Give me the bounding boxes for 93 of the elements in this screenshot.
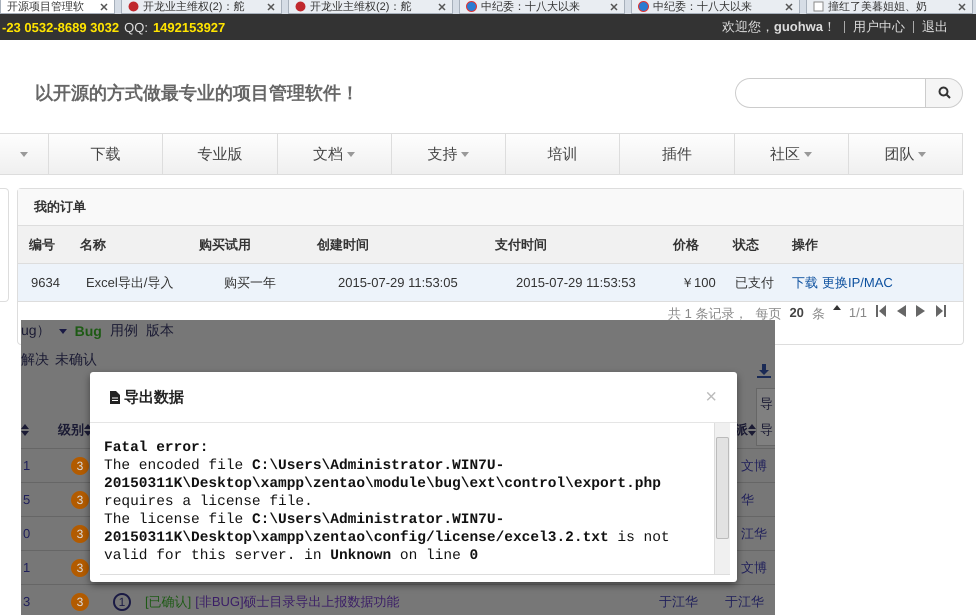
caret-icon[interactable] xyxy=(58,328,67,334)
per-page-value[interactable]: 20 xyxy=(789,305,804,320)
table-cell-text: 江华 xyxy=(741,524,768,542)
panel-title: 我的订单 xyxy=(18,189,963,226)
browser-tab[interactable]: 开源项目管理软 xyxy=(0,0,115,14)
column-header: 价格 xyxy=(673,236,700,254)
next-page-icon[interactable] xyxy=(915,305,927,317)
tab-title: 开龙业主维权(2)：舵 xyxy=(143,1,246,13)
column-header: 状态 xyxy=(733,236,760,254)
nav-item[interactable]: 专业版 xyxy=(163,134,278,174)
document-icon xyxy=(110,390,120,404)
table-cell-text: 2015-07-29 11:53:53 xyxy=(515,275,637,290)
bug-status: [已确认] xyxy=(145,592,192,610)
caret-up-icon[interactable] xyxy=(832,305,841,310)
browser-tab[interactable]: 开龙业主维权(2)：舵 xyxy=(288,0,453,14)
filter-link[interactable]: 未确认 xyxy=(55,351,97,369)
severity-badge: 3 xyxy=(71,558,89,576)
qq-label: QQ: xyxy=(124,20,148,34)
error-message: The encoded file C:\Users\Administrator.WIN7U-20150311K\Desktop\xampp\zentao\module\bug\ext\control\export.php requires a license file. xyxy=(104,457,662,511)
welcome-text: 欢迎您，guohwa！ xyxy=(722,18,836,36)
search-button[interactable] xyxy=(925,78,963,108)
phone-number: -23 0532-8689 3032 xyxy=(2,20,120,34)
page-indicator: 1/1 xyxy=(848,305,867,320)
table-cell-text: 文博 xyxy=(741,558,768,576)
dialog-title: 导出数据 xyxy=(124,388,184,406)
record-count: 共 1 条记录， xyxy=(668,305,748,323)
tab-title: 中纪委：十八大以来 xyxy=(481,1,581,13)
table-cell-text: 购买一年 xyxy=(223,274,277,292)
table-cell-text: 已支付 xyxy=(734,274,775,292)
top-link[interactable]: 退出 xyxy=(922,18,948,36)
tab-title: 开龙业主维权(2)：舵 xyxy=(310,1,412,13)
error-message: The license file C:\Users\Administrator.WIN7U-20150311K\Desktop\xampp\zentao\config/license/excel3.2.txt is not valid for this server. in Unknown on line 0 xyxy=(104,511,671,565)
scrollbar[interactable] xyxy=(714,423,730,574)
top-link[interactable]: 用户中心 xyxy=(853,18,905,36)
tab-title: 中纪委：十八大以来 xyxy=(653,1,753,13)
action-link[interactable]: 更换IP/MAC xyxy=(822,274,893,292)
column-header: 创建时间 xyxy=(317,236,370,254)
unit-label: 条 xyxy=(812,305,825,323)
error-heading: Fatal error: xyxy=(104,439,210,457)
column-header: 编号 xyxy=(29,236,56,254)
close-icon[interactable] xyxy=(610,3,618,11)
column-header: 级别 xyxy=(58,421,84,439)
column-header: 名称 xyxy=(80,236,107,254)
tab-title: 开源项目管理软 xyxy=(7,1,85,13)
menu-item[interactable]: 导 xyxy=(760,421,775,439)
product-name: ug） xyxy=(21,322,51,340)
table-cell-text: Excel导出/导入 xyxy=(85,274,174,292)
sort-icon[interactable] xyxy=(84,424,92,436)
first-page-icon[interactable] xyxy=(875,305,887,317)
nav-item[interactable]: 培训 xyxy=(506,134,620,174)
close-icon[interactable] xyxy=(958,3,966,11)
severity-badge: 3 xyxy=(71,524,89,542)
close-icon[interactable] xyxy=(785,3,793,11)
close-icon[interactable] xyxy=(438,3,446,11)
column-header: 支付时间 xyxy=(495,236,548,254)
qq-number: 1492153927 xyxy=(152,20,226,34)
column-header: 购买试用 xyxy=(199,236,252,254)
last-page-icon[interactable] xyxy=(935,305,947,317)
browser-tab[interactable]: 中纪委：十八大以来 xyxy=(459,0,625,14)
search-field[interactable] xyxy=(735,78,925,108)
table-cell-text: 9634 xyxy=(30,275,61,290)
action-link[interactable]: 下载 xyxy=(792,274,818,292)
table-cell-text: 于江华 xyxy=(725,592,765,610)
nav-item[interactable]: 下载 xyxy=(49,134,164,174)
filter-link[interactable]: 解决 xyxy=(21,351,49,369)
table-cell-text: ￥100 xyxy=(680,274,717,292)
download-icon[interactable] xyxy=(757,364,771,378)
module-tab[interactable]: 用例 xyxy=(110,322,138,340)
page-icon xyxy=(813,1,824,12)
table-cell-text: 文博 xyxy=(741,456,768,474)
table-cell-text: 于江华 xyxy=(659,592,699,610)
severity-badge: 3 xyxy=(71,592,89,610)
slogan: 以开源的方式做最专业的项目管理软件！ xyxy=(35,82,359,104)
per-page-label: 每页 xyxy=(755,305,782,323)
nav-item[interactable]: 插件 xyxy=(620,134,734,174)
severity-badge: 3 xyxy=(71,456,89,474)
table-cell-text: 华 xyxy=(741,490,755,508)
nav-item[interactable]: 支持 xyxy=(392,134,506,174)
browser-tab[interactable]: 开龙业主维权(2)：舵 xyxy=(121,0,282,14)
browser-tab[interactable]: 中纪委：十八大以来 xyxy=(631,0,800,14)
search-icon xyxy=(938,86,950,99)
previous-page-icon[interactable] xyxy=(895,305,907,317)
menu-item[interactable]: 导 xyxy=(760,395,775,413)
close-icon[interactable] xyxy=(267,3,275,11)
column-header: 操作 xyxy=(792,236,819,254)
close-icon[interactable] xyxy=(100,3,108,11)
nav-item[interactable]: 团队 xyxy=(848,134,963,174)
table-cell-text: 2015-07-29 11:53:05 xyxy=(337,275,459,290)
nav-item[interactable]: 社区 xyxy=(734,134,849,174)
severity-badge: 3 xyxy=(71,490,89,508)
nav-item[interactable]: 文档 xyxy=(278,134,392,174)
priority-badge: 1 xyxy=(113,592,131,610)
module-tab[interactable]: 版本 xyxy=(146,322,174,340)
